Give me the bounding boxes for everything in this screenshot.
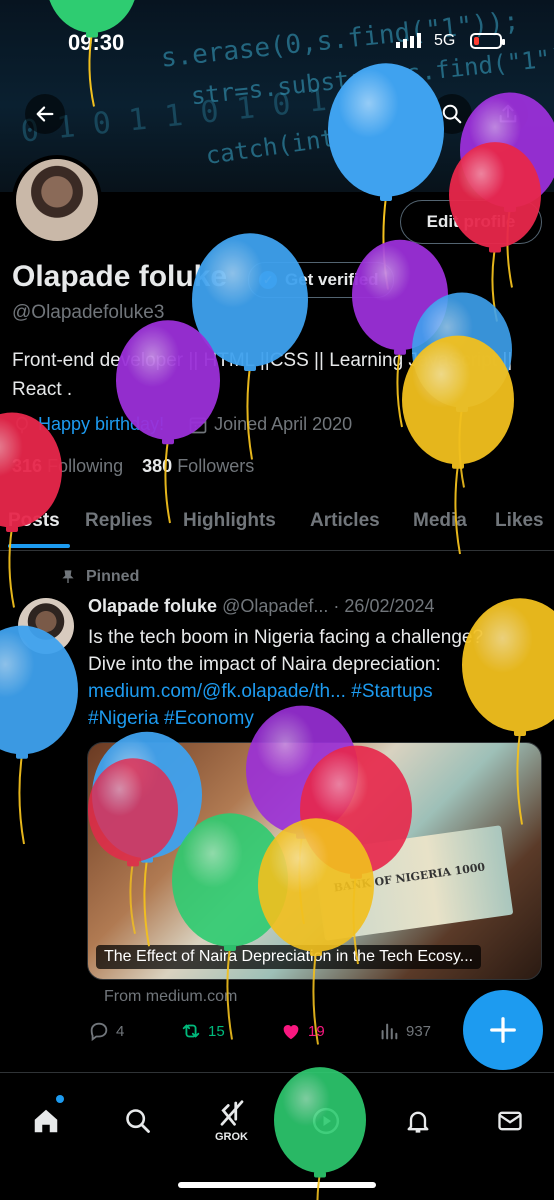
compose-button[interactable] bbox=[463, 990, 543, 1070]
tweet-text-line: Dive into the impact of Naira depreciati… bbox=[88, 654, 441, 675]
tweet-text: Is the tech boom in Nigeria facing a cha… bbox=[88, 624, 543, 732]
signal-icon bbox=[396, 33, 421, 48]
plus-icon bbox=[490, 1017, 516, 1043]
balloon-icon bbox=[16, 416, 28, 433]
reply-icon bbox=[90, 1022, 108, 1042]
pinned-label: Pinned bbox=[86, 568, 140, 585]
birthday-link[interactable]: Happy birthday! bbox=[38, 414, 164, 435]
repost-icon bbox=[182, 1024, 200, 1038]
search-icon bbox=[126, 1109, 150, 1133]
repost-button[interactable]: 15 bbox=[180, 1020, 225, 1042]
status-time: 09:30 bbox=[68, 30, 125, 55]
play-circle-icon bbox=[312, 1107, 340, 1135]
reply-count: 4 bbox=[116, 1022, 125, 1040]
views-button[interactable]: 937 bbox=[378, 1020, 431, 1042]
tab-likes[interactable]: Likes bbox=[495, 510, 544, 532]
reply-button[interactable]: 4 bbox=[88, 1020, 124, 1042]
share-button[interactable] bbox=[488, 94, 528, 134]
card-source: From medium.com bbox=[104, 988, 238, 1005]
home-icon bbox=[34, 1109, 58, 1133]
following-count: 316 bbox=[12, 456, 43, 476]
home-indicator bbox=[178, 1182, 376, 1188]
search-icon bbox=[442, 104, 462, 124]
tweet-text-line: Is the tech boom in Nigeria facing a cha… bbox=[88, 627, 484, 648]
nav-home[interactable] bbox=[26, 1101, 66, 1141]
get-verified-label: Get verified bbox=[285, 270, 379, 289]
link-preview-card[interactable]: BANK OF NIGERIA 1000 The Effect of Naira… bbox=[87, 742, 542, 980]
notification-dot bbox=[56, 1095, 64, 1103]
bottom-navigation: GROK bbox=[0, 1072, 554, 1200]
tab-posts[interactable]: Posts bbox=[8, 510, 60, 532]
back-button[interactable] bbox=[25, 94, 65, 134]
hashtag-link[interactable]: #Nigeria bbox=[88, 708, 159, 729]
active-tab-indicator bbox=[8, 544, 70, 548]
tweet-header: Olapade foluke @Olapadef... · 26/02/2024 bbox=[88, 596, 435, 617]
profile-bio: Front-end developer || HTML ||CSS || Lea… bbox=[12, 350, 513, 400]
arrow-left-icon bbox=[36, 106, 54, 122]
verified-badge-icon: ✓ bbox=[259, 271, 277, 289]
profile-tabs: Posts Replies Highlights Articles Media … bbox=[0, 500, 554, 551]
card-caption: The Effect of Naira Depreciation in the … bbox=[96, 945, 482, 969]
tab-articles[interactable]: Articles bbox=[310, 510, 380, 532]
tab-highlights[interactable]: Highlights bbox=[183, 510, 276, 532]
pin-icon bbox=[62, 570, 74, 583]
tab-replies[interactable]: Replies bbox=[85, 510, 153, 532]
following-link[interactable]: 316 Following bbox=[12, 456, 123, 476]
followers-link[interactable]: 380 Followers bbox=[142, 456, 254, 476]
edit-profile-button[interactable]: Edit profile bbox=[400, 200, 542, 244]
display-name: Olapade foluke bbox=[12, 260, 228, 293]
tweet-avatar[interactable] bbox=[18, 598, 74, 654]
network-type: 5G bbox=[434, 32, 456, 49]
followers-label: Followers bbox=[177, 456, 255, 476]
tweet-author-name[interactable]: Olapade foluke bbox=[88, 596, 217, 616]
nav-messages[interactable] bbox=[490, 1101, 530, 1141]
hashtag-link[interactable]: #Economy bbox=[164, 708, 254, 729]
joined-date: Joined April 2020 bbox=[214, 414, 353, 434]
balloon bbox=[0, 625, 78, 845]
tweet-date: · 26/02/2024 bbox=[333, 596, 435, 616]
share-icon bbox=[499, 104, 517, 123]
profile-handle: @Olapadefoluke3 bbox=[12, 302, 165, 323]
view-count: 937 bbox=[406, 1022, 432, 1040]
grok-icon bbox=[220, 1100, 244, 1126]
get-verified-button[interactable]: ✓ Get verified bbox=[248, 262, 394, 298]
nav-grok[interactable] bbox=[212, 1093, 252, 1133]
followers-count: 380 bbox=[142, 456, 173, 476]
views-icon bbox=[381, 1023, 398, 1040]
pinned-indicator: Pinned bbox=[60, 568, 139, 586]
hashtag-link[interactable]: #Startups bbox=[351, 681, 432, 702]
bell-icon bbox=[407, 1111, 429, 1133]
nav-video[interactable] bbox=[306, 1101, 346, 1141]
following-label: Following bbox=[47, 456, 124, 476]
heart-icon bbox=[283, 1025, 299, 1040]
tab-media[interactable]: Media bbox=[413, 510, 467, 532]
grok-label: GROK bbox=[215, 1131, 248, 1143]
nav-notifications[interactable] bbox=[398, 1101, 438, 1141]
follow-stats: 316 Following 380 Followers bbox=[12, 456, 254, 477]
search-button[interactable] bbox=[432, 94, 472, 134]
nav-explore[interactable] bbox=[118, 1101, 158, 1141]
battery-icon bbox=[470, 33, 505, 49]
tweet-actions: 4 15 19 937 bbox=[88, 1020, 448, 1046]
tweet-link[interactable]: medium.com/@fk.olapade/th... bbox=[88, 681, 346, 702]
like-count: 19 bbox=[308, 1022, 325, 1040]
profile-avatar[interactable] bbox=[12, 155, 102, 245]
repost-count: 15 bbox=[208, 1022, 225, 1040]
tweet-author-handle[interactable]: @Olapadef... bbox=[222, 596, 328, 616]
profile-meta: Happy birthday! Joined April 2020 bbox=[12, 414, 352, 435]
like-button[interactable]: 19 bbox=[280, 1020, 325, 1042]
calendar-icon bbox=[189, 417, 207, 433]
mail-icon bbox=[498, 1111, 522, 1131]
